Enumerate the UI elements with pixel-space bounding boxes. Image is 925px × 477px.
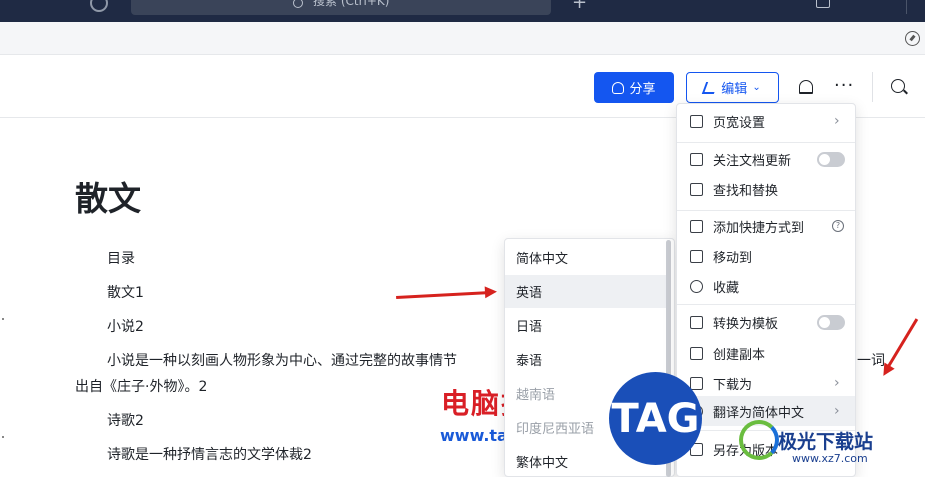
margin-mark <box>2 436 4 438</box>
copy-icon <box>690 346 703 360</box>
doc-paragraph: 散文1 <box>107 285 144 301</box>
search-placeholder: 搜索 (Ctrl+K) <box>313 0 390 8</box>
doc-paragraph: 小说2 <box>107 319 144 335</box>
page-width-icon <box>690 114 703 128</box>
menu-item-label: 添加快捷方式到 <box>713 220 805 236</box>
edit-button[interactable]: 编辑 ⌄ <box>686 72 779 103</box>
language-option[interactable]: 英语 <box>505 275 670 308</box>
menu-item-add-shortcut[interactable]: 添加快捷方式到 ? <box>677 211 855 241</box>
user-icon <box>612 81 625 94</box>
compass-icon[interactable] <box>905 31 920 46</box>
share-button[interactable]: 分享 <box>594 72 674 103</box>
menu-item-label: 查找和替换 <box>713 183 779 199</box>
margin-mark <box>2 318 4 320</box>
doc-paragraph: 诗歌是一种抒情言志的文学体裁2 <box>107 447 312 463</box>
language-option[interactable]: 简体中文 <box>505 241 670 274</box>
divider <box>906 0 907 14</box>
menu-item-follow-updates[interactable]: 关注文档更新 <box>677 144 855 174</box>
follow-toggle[interactable] <box>817 151 845 167</box>
annotation-arrow <box>396 291 492 299</box>
annotation-arrow <box>884 318 919 372</box>
shortcut-icon <box>690 219 703 233</box>
title-bar: 搜索 (Ctrl+K) + <box>0 0 925 22</box>
menu-item-find-replace[interactable]: 查找和替换 <box>677 174 855 204</box>
menu-divider <box>677 304 855 305</box>
menu-item-label: 移动到 <box>713 250 753 266</box>
watermark-site-url: www.xz7.com <box>792 452 868 465</box>
language-option[interactable]: 泰语 <box>505 343 670 376</box>
move-icon <box>690 249 703 263</box>
template-icon <box>690 315 703 329</box>
star-icon <box>690 279 703 293</box>
menu-item-label: 收藏 <box>713 280 740 296</box>
menu-item-convert-template[interactable]: 转换为模板 <box>677 307 855 337</box>
doc-paragraph: 诗歌2 <box>107 413 144 429</box>
menu-item-move-to[interactable]: 移动到 <box>677 241 855 271</box>
edit-label: 编辑 <box>721 82 748 97</box>
page-title: 散文 <box>75 179 141 218</box>
menu-item-label: 下载为 <box>713 377 753 393</box>
doc-paragraph: 目录 <box>107 251 135 267</box>
history-icon[interactable] <box>90 0 108 12</box>
chevron-right-icon: › <box>834 375 840 391</box>
more-icon[interactable]: ··· <box>834 75 854 96</box>
menu-item-label: 转换为模板 <box>713 316 779 332</box>
pen-icon <box>702 81 719 94</box>
menu-item-label: 关注文档更新 <box>713 153 792 169</box>
menu-item-download-as[interactable]: 下载为 › <box>677 368 855 398</box>
template-toggle[interactable] <box>817 314 845 330</box>
download-icon <box>690 376 703 390</box>
chevron-down-icon: ⌄ <box>752 82 761 93</box>
search-icon[interactable] <box>891 79 905 93</box>
notification-center-icon[interactable] <box>816 0 830 8</box>
doc-paragraph: 出自《庄子·外物》。2 <box>75 379 208 395</box>
find-replace-icon <box>690 182 703 196</box>
menu-divider <box>677 142 855 143</box>
menu-item-label: 页宽设置 <box>713 115 766 131</box>
chevron-right-icon: › <box>834 113 840 129</box>
add-icon[interactable]: + <box>572 0 587 12</box>
menu-item-label: 创建副本 <box>713 347 766 363</box>
menu-item-label: 翻译为简体中文 <box>713 405 805 421</box>
global-search-input[interactable]: 搜索 (Ctrl+K) <box>131 0 551 15</box>
menu-item-create-copy[interactable]: 创建副本 <box>677 338 855 368</box>
sub-bar <box>0 22 925 55</box>
share-label: 分享 <box>629 82 656 97</box>
menu-item-page-width[interactable]: 页宽设置 › <box>677 106 855 136</box>
watermark-site-name: 极光下载站 <box>778 431 874 453</box>
language-option[interactable]: 日语 <box>505 309 670 342</box>
menu-item-favorite[interactable]: 收藏 <box>677 271 855 301</box>
search-icon <box>293 0 303 8</box>
watermark-logo-icon <box>739 420 779 460</box>
help-icon[interactable]: ? <box>832 220 844 232</box>
follow-icon <box>690 152 703 166</box>
bell-icon[interactable] <box>799 80 813 94</box>
toolbar-divider <box>872 72 873 102</box>
chevron-right-icon: › <box>834 403 840 419</box>
watermark-badge: TAG <box>609 372 702 465</box>
doc-paragraph: 小说是一种以刻画人物形象为中心、通过完整的故事情节 <box>107 353 457 369</box>
